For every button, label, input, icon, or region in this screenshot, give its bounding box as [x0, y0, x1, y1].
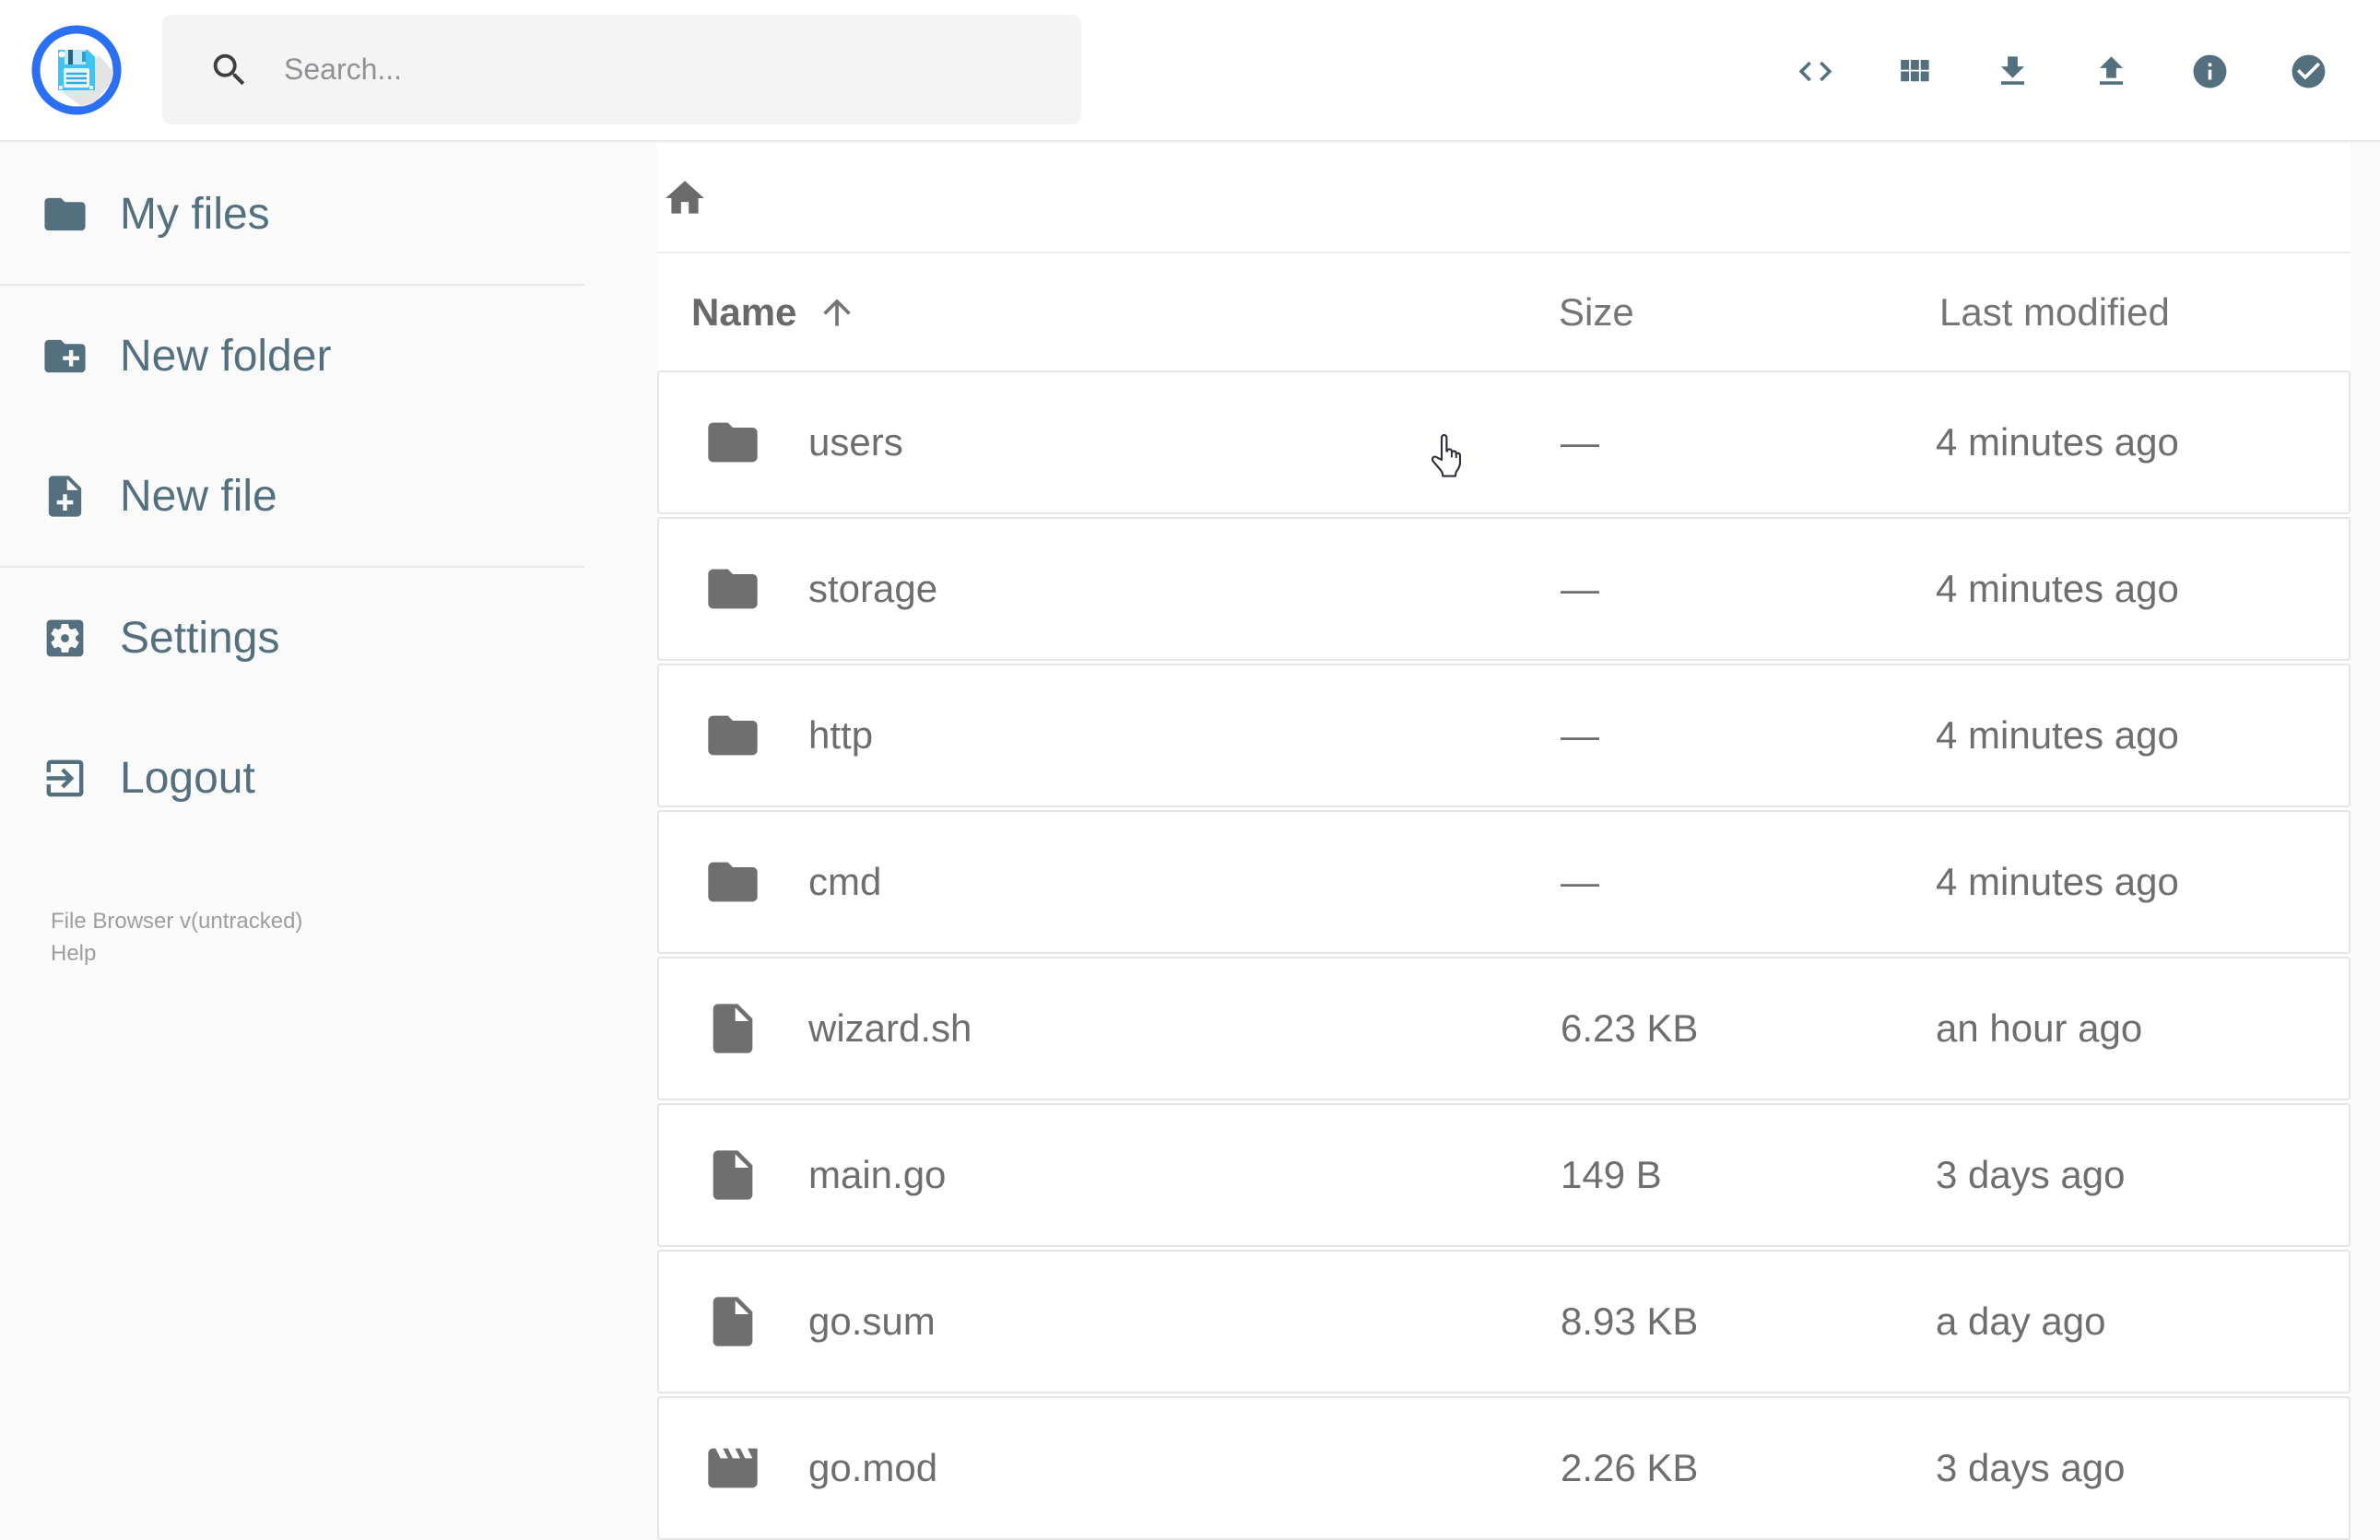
- upload-button[interactable]: [2062, 0, 2161, 142]
- folder-icon: [708, 862, 758, 902]
- file-size: —: [1561, 713, 1599, 757]
- sidebar-item-label: Logout: [120, 753, 255, 803]
- file-size: —: [1561, 420, 1599, 464]
- info-button[interactable]: [2161, 0, 2259, 142]
- file-icon: [713, 1004, 753, 1053]
- upload-icon: [2099, 55, 2124, 85]
- table-row[interactable]: wizard.sh 6.23 KB an hour ago: [657, 957, 2351, 1100]
- file-modified: 4 minutes ago: [1936, 567, 2179, 610]
- table-row[interactable]: cmd — 4 minutes ago: [657, 810, 2351, 954]
- logout-icon: [46, 759, 84, 796]
- sidebar: My files New folder New file Settings Lo…: [0, 144, 657, 970]
- file-name: main.go: [808, 1153, 947, 1196]
- top-bar: [0, 0, 2380, 142]
- sidebar-item-label: New file: [120, 471, 277, 521]
- code-icon: [1798, 61, 1832, 81]
- column-header-size[interactable]: Size: [1559, 290, 1634, 335]
- sidebar-item-new-folder[interactable]: New folder: [0, 286, 657, 426]
- home-icon[interactable]: [662, 175, 708, 221]
- file-size: 2.26 KB: [1561, 1446, 1699, 1489]
- file-name: go.mod: [808, 1446, 938, 1489]
- toolbar-actions: [1766, 0, 2358, 142]
- file-modified: 4 minutes ago: [1936, 420, 2179, 464]
- grid-view-icon: [1901, 59, 1929, 81]
- sidebar-item-label: New folder: [120, 331, 332, 381]
- sort-ascending-icon: [823, 298, 852, 326]
- grid-view-button[interactable]: [1865, 0, 1963, 142]
- file-size: 8.93 KB: [1561, 1299, 1699, 1343]
- table-row[interactable]: go.mod 2.26 KB 3 days ago: [657, 1396, 2351, 1540]
- sidebar-item-label: My files: [120, 189, 270, 239]
- sidebar-item-label: Settings: [120, 613, 280, 663]
- table-row[interactable]: users — 4 minutes ago: [657, 370, 2351, 514]
- file-name: go.sum: [808, 1299, 936, 1343]
- file-size: 149 B: [1561, 1153, 1662, 1196]
- file-name: cmd: [808, 860, 882, 903]
- file-plus-icon: [48, 475, 82, 517]
- app-logo[interactable]: [30, 24, 123, 116]
- file-modified: a day ago: [1936, 1299, 2106, 1343]
- search-input[interactable]: [284, 53, 984, 87]
- folder-icon: [44, 197, 86, 230]
- sidebar-item-my-files[interactable]: My files: [0, 144, 657, 284]
- folder-icon: [708, 422, 758, 463]
- file-listing: users — 4 minutes ago storage — 4 minute…: [657, 370, 2351, 1540]
- file-size: —: [1561, 860, 1599, 903]
- info-icon: [2193, 54, 2227, 88]
- search-icon: [213, 53, 245, 85]
- file-icon: [713, 1297, 753, 1346]
- file-modified: 3 days ago: [1936, 1153, 2126, 1196]
- file-size: 6.23 KB: [1561, 1006, 1699, 1050]
- table-row[interactable]: storage — 4 minutes ago: [657, 517, 2351, 661]
- listing-header: Name Size Last modified: [657, 253, 2351, 370]
- main-panel: Name Size Last modified users — 4 minute…: [657, 144, 2351, 1540]
- folder-icon: [708, 569, 758, 609]
- code-view-button[interactable]: [1766, 0, 1865, 142]
- search-bar: [162, 15, 1081, 124]
- sidebar-item-settings[interactable]: Settings: [0, 568, 657, 708]
- sidebar-item-logout[interactable]: Logout: [0, 708, 657, 848]
- folder-plus-icon: [44, 339, 86, 372]
- file-name: storage: [808, 567, 938, 610]
- app-version: File Browser v(untracked): [51, 909, 303, 934]
- table-row[interactable]: go.sum 8.93 KB a day ago: [657, 1250, 2351, 1393]
- sidebar-item-new-file[interactable]: New file: [0, 426, 657, 566]
- folder-icon: [708, 715, 758, 756]
- file-name: users: [808, 420, 903, 464]
- table-row[interactable]: http — 4 minutes ago: [657, 664, 2351, 807]
- file-size: —: [1561, 567, 1599, 610]
- help-link[interactable]: Help: [51, 937, 657, 970]
- download-icon: [2000, 55, 2025, 85]
- gear-icon: [46, 619, 84, 656]
- select-multiple-button[interactable]: [2259, 0, 2358, 142]
- column-header-name[interactable]: Name: [691, 290, 857, 335]
- column-header-modified[interactable]: Last modified: [1939, 290, 2170, 335]
- file-modified: 4 minutes ago: [1936, 713, 2179, 757]
- file-icon: [713, 1150, 753, 1200]
- sidebar-footer: File Browser v(untracked) Help: [51, 905, 657, 970]
- check-circle-icon: [2292, 54, 2326, 88]
- table-row[interactable]: main.go 149 B 3 days ago: [657, 1103, 2351, 1247]
- file-modified: 3 days ago: [1936, 1446, 2126, 1489]
- file-modified: an hour ago: [1936, 1006, 2143, 1050]
- download-button[interactable]: [1963, 0, 2062, 142]
- file-modified: 4 minutes ago: [1936, 860, 2179, 903]
- file-name: http: [808, 713, 874, 757]
- breadcrumb: [657, 144, 2351, 253]
- file-name: wizard.sh: [808, 1006, 972, 1050]
- movie-icon: [708, 1448, 758, 1488]
